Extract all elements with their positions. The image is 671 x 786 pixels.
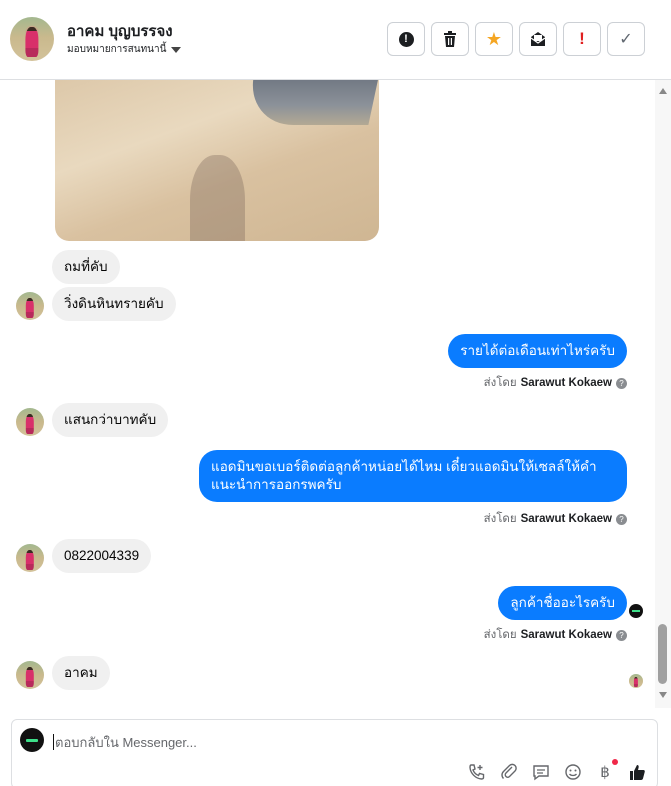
avatar-figure [633, 677, 639, 687]
avatar-figure [25, 26, 39, 58]
sent-by-label: ส่งโดย Sarawut Kokaew ? [484, 374, 627, 392]
avatar-figure [25, 550, 35, 570]
trash-icon [444, 31, 456, 47]
reply-input[interactable] [55, 732, 615, 752]
attach-button[interactable] [499, 762, 519, 782]
sent-by-label: ส่งโดย Sarawut Kokaew ? [484, 626, 627, 644]
chevron-down-icon [171, 46, 182, 53]
delete-button[interactable] [431, 22, 469, 56]
scroll-down-arrow-icon[interactable] [659, 692, 667, 698]
exclamation-circle-icon: ! [398, 31, 414, 47]
message-bubble-outgoing[interactable]: แอดมินขอเบอร์ติดต่อลูกค้าหน่อยได้ไหม เดี… [199, 450, 627, 502]
reply-composer: ฿ [11, 719, 658, 786]
avatar-figure [25, 667, 35, 687]
mark-done-button[interactable]: ✓ [607, 22, 645, 56]
question-icon[interactable]: ? [616, 377, 627, 389]
chat-bubble-icon [533, 765, 549, 781]
phone-plus-icon [469, 764, 485, 780]
photo-vehicle [243, 80, 379, 125]
saved-replies-button[interactable] [531, 762, 551, 782]
baht-icon: ฿ [600, 764, 610, 781]
page-avatar [20, 728, 44, 752]
assign-label: มอบหมายการสนทนานี้ [67, 44, 167, 55]
avatar-figure [25, 298, 35, 318]
check-icon: ✓ [619, 31, 633, 48]
sent-by-prefix: ส่งโดย [483, 377, 517, 389]
paperclip-icon [501, 763, 517, 779]
payment-button[interactable]: ฿ [595, 759, 618, 782]
assign-conversation-dropdown[interactable]: มอบหมายการสนทนานี้ [67, 42, 182, 57]
sent-by-agent[interactable]: Sarawut Kokaew [521, 629, 612, 641]
message-thread: ถมที่คับ วิ่งดินหินทรายคับ รายได้ต่อเดือ… [0, 80, 655, 708]
contact-avatar-small [16, 408, 44, 436]
image-attachment[interactable] [55, 80, 379, 241]
question-icon[interactable]: ? [616, 513, 627, 525]
question-icon[interactable]: ? [616, 629, 627, 641]
contact-avatar-small [16, 544, 44, 572]
thumbs-up-icon [630, 765, 645, 780]
red-exclamation-icon: ! [579, 29, 585, 48]
sent-by-prefix: ส่งโดย [483, 629, 517, 641]
sent-by-agent[interactable]: Sarawut Kokaew [521, 513, 612, 525]
mark-spam-button[interactable]: ! [387, 22, 425, 56]
message-bubble-incoming[interactable]: ถมที่คับ [52, 250, 120, 284]
message-bubble-outgoing[interactable]: รายได้ต่อเดือนเท่าไหร่ครับ [448, 334, 627, 368]
sent-by-agent[interactable]: Sarawut Kokaew [521, 377, 612, 389]
photo-shadow [190, 155, 245, 241]
notification-dot [612, 759, 618, 765]
message-bubble-incoming[interactable]: แสนกว่าบาทคับ [52, 403, 169, 437]
text-caret [53, 734, 54, 750]
contact-name[interactable]: อาคม บุญบรรจง [67, 19, 173, 43]
sent-by-prefix: ส่งโดย [483, 513, 517, 525]
contact-avatar-small [16, 661, 44, 689]
envelope-open-icon [530, 32, 546, 46]
message-bubble-incoming[interactable]: 0822004339 [52, 539, 152, 573]
read-receipt-avatar [629, 674, 643, 688]
mark-important-button[interactable]: ! [563, 22, 601, 56]
thread-scrollbar[interactable] [655, 80, 671, 708]
composer-tools: ฿ [467, 759, 647, 782]
call-button[interactable] [467, 762, 487, 782]
message-bubble-incoming[interactable]: อาคม [52, 656, 110, 690]
conversation-header: อาคม บุญบรรจง มอบหมายการสนทนานี้ ! ★ ! ✓ [0, 0, 671, 80]
conversation-toolbar: ! ★ ! ✓ [387, 22, 645, 56]
smiley-icon [565, 764, 581, 780]
mark-unread-button[interactable] [519, 22, 557, 56]
message-bubble-outgoing[interactable]: ลูกค้าชื่ออะไรครับ [498, 586, 627, 620]
scroll-up-arrow-icon[interactable] [659, 88, 667, 94]
seen-avatar [629, 604, 643, 618]
emoji-button[interactable] [563, 762, 583, 782]
star-button[interactable]: ★ [475, 22, 513, 56]
avatar-figure [25, 414, 35, 434]
scrollbar-thumb[interactable] [658, 624, 667, 684]
star-icon: ★ [485, 29, 503, 49]
contact-avatar[interactable] [10, 17, 54, 61]
sent-by-label: ส่งโดย Sarawut Kokaew ? [484, 510, 627, 528]
contact-avatar-small [16, 292, 44, 320]
message-bubble-incoming[interactable]: วิ่งดินหินทรายคับ [52, 287, 176, 321]
like-button[interactable] [627, 762, 647, 782]
